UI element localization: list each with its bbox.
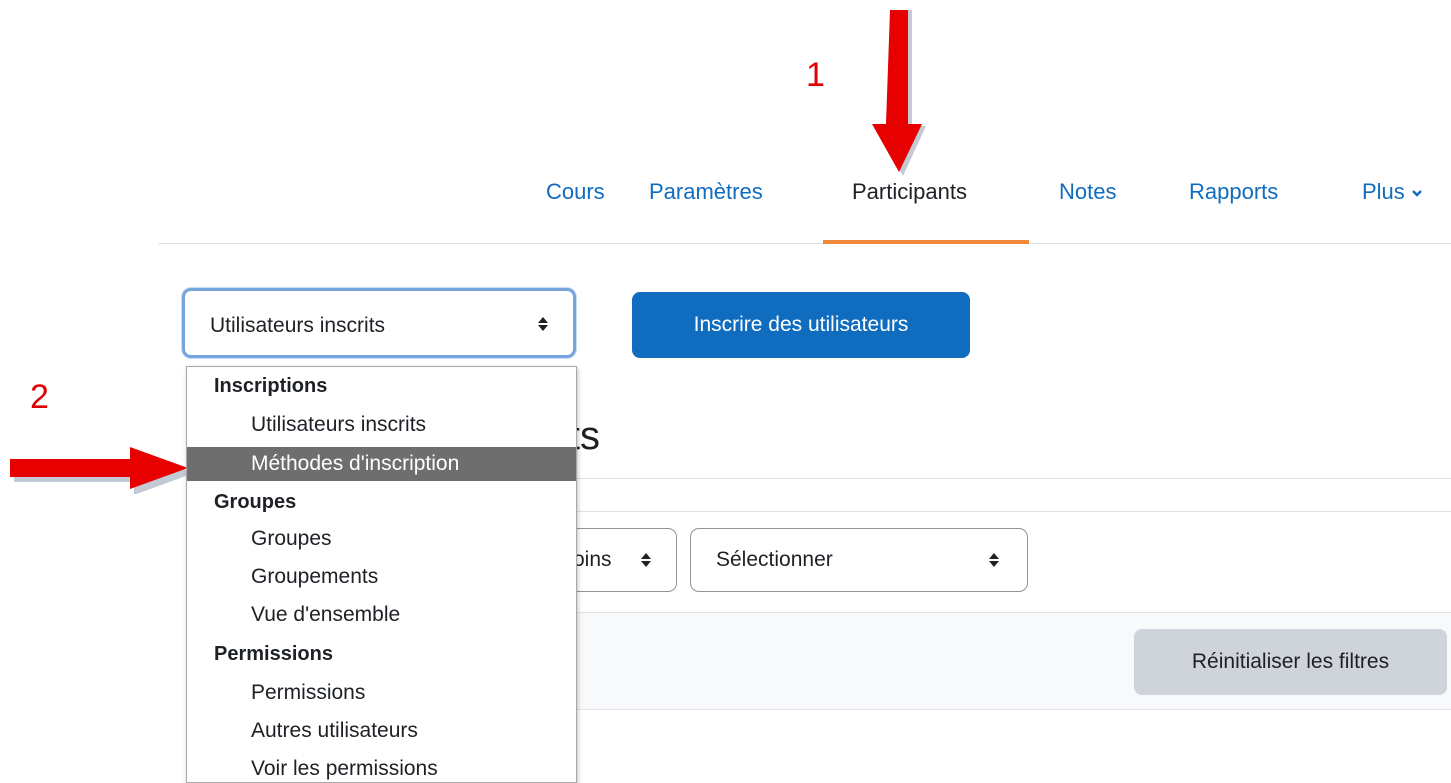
annotation-number-2: 2	[30, 378, 49, 416]
nav-tab-rapports[interactable]: Rapports	[1189, 178, 1278, 206]
chevron-down-icon	[1411, 190, 1422, 197]
dropdown-option-utilisateurs-inscrits[interactable]: Utilisateurs inscrits	[251, 413, 426, 437]
nav-tab-parametres[interactable]: Paramètres	[649, 178, 763, 206]
dropdown-group-inscriptions: Inscriptions	[214, 375, 328, 397]
dropdown-group-groupes: Groupes	[214, 491, 297, 513]
filter-type-select-value: Sélectionner	[716, 548, 833, 571]
filter-bottom-border	[576, 709, 1451, 710]
annotation-number-1: 1	[806, 56, 825, 94]
nav-tab-notes[interactable]: Notes	[1059, 178, 1116, 206]
select-updown-icon	[538, 317, 548, 331]
nav-tab-plus[interactable]: Plus	[1362, 178, 1423, 206]
annotation-arrow-down-icon	[872, 10, 926, 176]
nav-divider	[158, 243, 1451, 244]
dropdown-option-methodes-inscription[interactable]: Méthodes d'inscription	[187, 447, 576, 481]
select-updown-icon	[989, 553, 999, 567]
dropdown-option-autres-utilisateurs[interactable]: Autres utilisateurs	[251, 719, 418, 743]
participants-page-dropdown: Inscriptions Utilisateurs inscrits Métho…	[186, 366, 577, 783]
dropdown-option-permissions[interactable]: Permissions	[251, 681, 365, 705]
nav-active-indicator	[823, 240, 1029, 244]
nav-tab-plus-label: Plus	[1362, 179, 1405, 204]
dropdown-option-voir-permissions[interactable]: Voir les permissions	[251, 757, 438, 781]
select-updown-icon	[641, 553, 651, 567]
filter-row-divider	[576, 612, 1451, 613]
annotation-arrow-right-icon	[10, 447, 194, 494]
section-divider	[576, 478, 1451, 479]
participants-page-select[interactable]: Utilisateurs inscrits	[182, 288, 576, 358]
dropdown-option-vue-ensemble[interactable]: Vue d'ensemble	[251, 603, 400, 627]
dropdown-group-permissions: Permissions	[214, 643, 333, 665]
dropdown-option-groupes[interactable]: Groupes	[251, 527, 332, 551]
filter-type-select[interactable]: Sélectionner	[690, 528, 1028, 592]
reset-filters-button[interactable]: Réinitialiser les filtres	[1134, 629, 1447, 695]
dropdown-option-groupements[interactable]: Groupements	[251, 565, 378, 589]
filter-match-select-value: oins	[573, 548, 612, 571]
participants-page-select-value: Utilisateurs inscrits	[210, 314, 386, 337]
nav-tab-participants[interactable]: Participants	[852, 178, 967, 206]
nav-tab-cours[interactable]: Cours	[546, 178, 605, 206]
enrol-users-button[interactable]: Inscrire des utilisateurs	[632, 292, 970, 358]
